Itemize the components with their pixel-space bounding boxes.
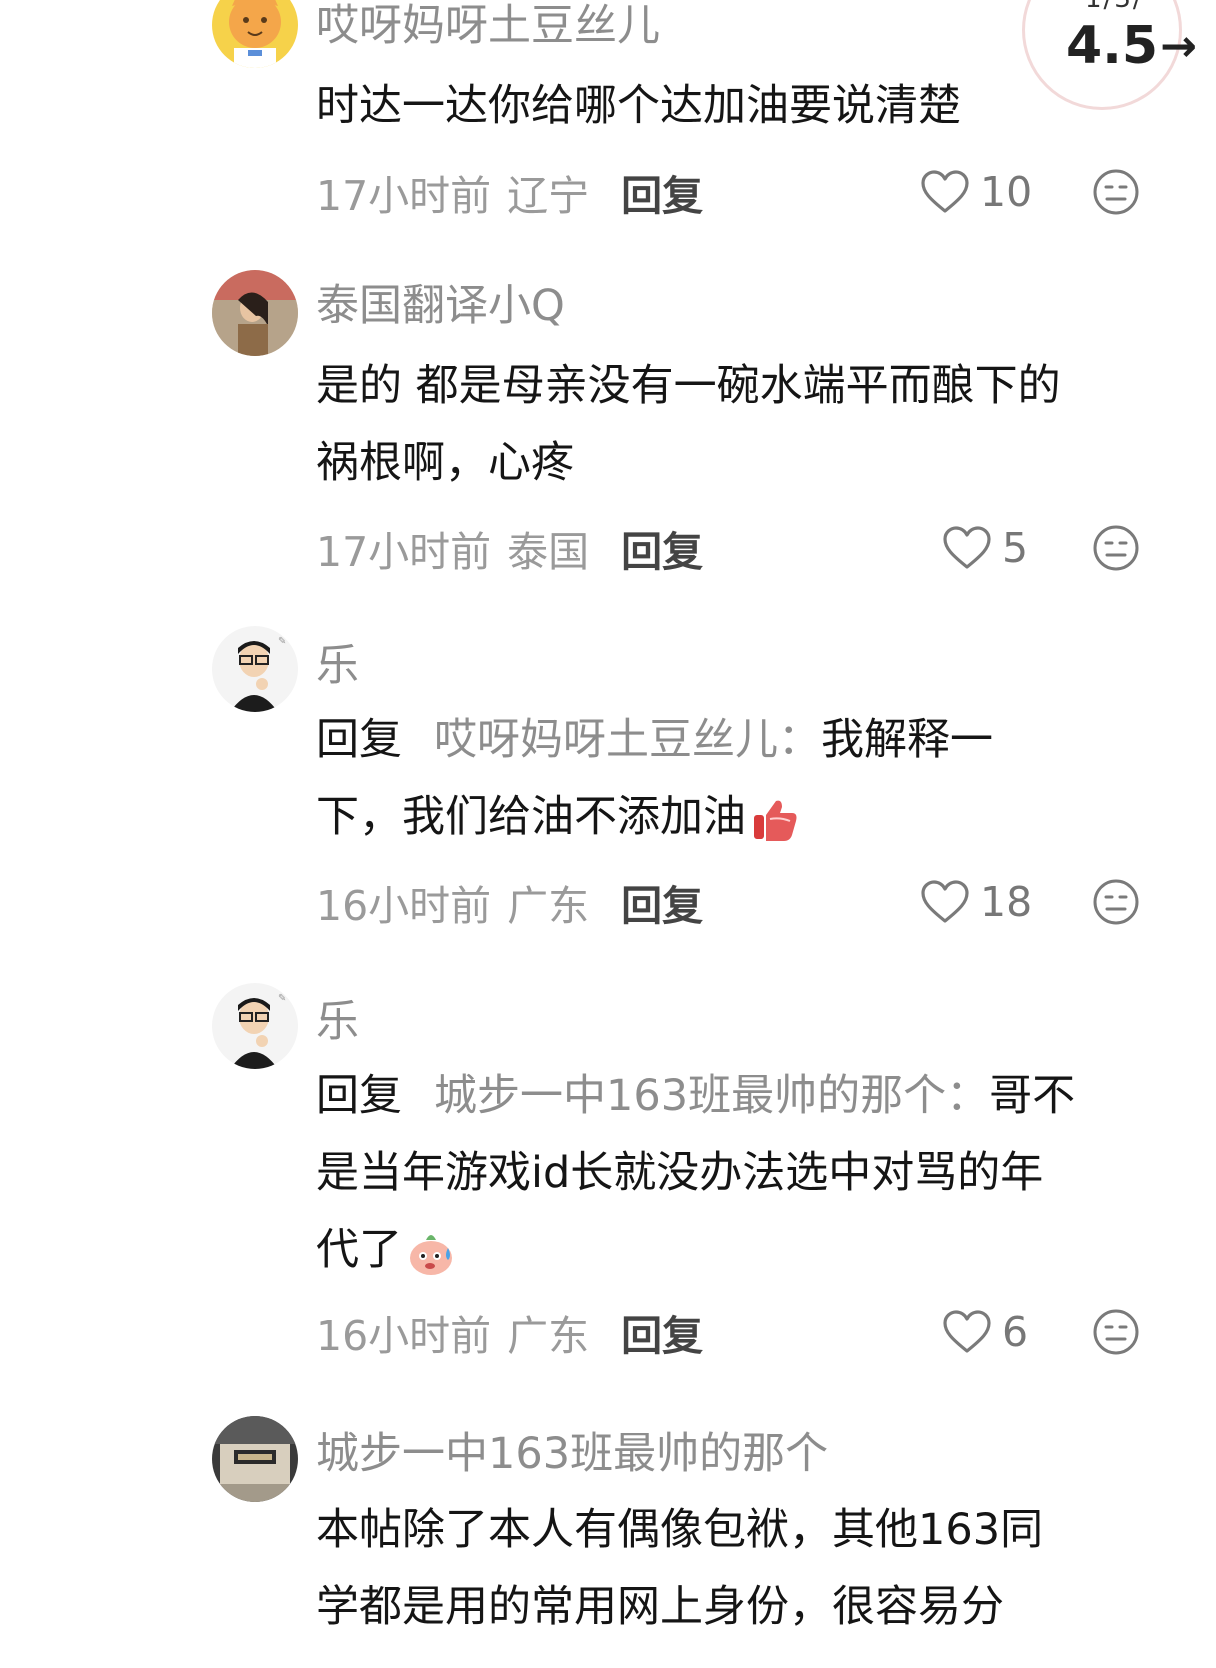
like-count: 18	[980, 878, 1033, 926]
comment-time: 17小时前	[316, 172, 492, 220]
comment-text-line: 时达一达你给哪个达加油要说清楚	[316, 81, 961, 131]
like-button[interactable]: 5	[942, 522, 1028, 574]
score-button[interactable]: 4.5 →	[1066, 16, 1197, 76]
comment-text-line: 回复 哎呀妈呀土豆丝儿：我解释一	[316, 702, 1176, 779]
comment-text: 本帖除了本人有偶像包袱，其他163同 学都是用的常用网上身份，很容易分	[316, 1492, 1176, 1646]
comment-text-line: 回复 城步一中163班最帅的那个：哥不	[316, 1058, 1176, 1135]
heart-outline-icon	[921, 170, 969, 213]
heart-outline-icon	[921, 880, 969, 923]
comment-meta: 16小时前 广东 回复	[316, 1306, 703, 1360]
comment-text-line: 代了	[316, 1212, 1176, 1289]
score-value: 4.5	[1066, 16, 1159, 76]
comment-text: 回复 城步一中163班最帅的那个：哥不 是当年游戏id长就没办法选中对骂的年 代了	[316, 1058, 1176, 1289]
reply-prefix: 回复	[316, 715, 402, 765]
sweat-smile-emoji	[410, 1234, 452, 1275]
comment-text-line: 是当年游戏id长就没办法选中对骂的年	[316, 1148, 1044, 1198]
avatar[interactable]	[212, 270, 298, 356]
comment-username[interactable]: 泰国翻译小Q	[316, 280, 565, 332]
comment-location: 泰国	[507, 528, 590, 576]
comment-meta: 17小时前 泰国 回复	[316, 522, 703, 576]
comment-text-line: 本帖除了本人有偶像包袱，其他163同	[316, 1505, 1044, 1555]
comment-time: 16小时前	[316, 1312, 492, 1360]
svg-text:✎: ✎	[278, 636, 286, 647]
arrow-right-icon: →	[1160, 20, 1197, 72]
meh-face-icon[interactable]	[1092, 878, 1140, 926]
avatar[interactable]	[212, 0, 298, 68]
reply-button[interactable]: 回复	[621, 872, 703, 932]
comment-text-line: 祸根啊，心疼	[316, 438, 574, 488]
comment-location: 广东	[507, 1312, 590, 1360]
reply-button[interactable]: 回复	[621, 1302, 703, 1362]
reply-button[interactable]: 回复	[621, 162, 703, 222]
comment-text: 回复 哎呀妈呀土豆丝儿：我解释一 下，我们给油不添加油	[316, 702, 1176, 856]
comment-text: 是的 都是母亲没有一碗水端平而酿下的 祸根啊，心疼	[316, 348, 1176, 502]
meh-face-icon[interactable]	[1092, 168, 1140, 216]
score-top-partial: 1/3/	[1085, 0, 1144, 14]
comment-username[interactable]: 城步一中163班最帅的那个	[316, 1428, 828, 1480]
comment-username[interactable]: 乐	[316, 996, 359, 1048]
avatar[interactable]	[212, 1416, 298, 1502]
reply-target-username[interactable]: 城步一中163班最帅的那个：	[434, 1071, 989, 1121]
comment-text-segment: 我解释一	[821, 715, 993, 765]
svg-text:✎: ✎	[278, 993, 286, 1004]
reply-target-username[interactable]: 哎呀妈呀土豆丝儿：	[434, 715, 821, 765]
comment-username[interactable]: 乐	[316, 640, 359, 692]
comment-text: 时达一达你给哪个达加油要说清楚	[316, 68, 1176, 145]
comment-feed: 1/3/ 4.5 → 哎呀妈呀土豆丝儿 时达一达你给哪个达加油要说清楚 17小时…	[0, 0, 1216, 1668]
like-count: 6	[1002, 1308, 1029, 1356]
avatar[interactable]: ✎	[212, 626, 298, 712]
meh-face-icon[interactable]	[1092, 1308, 1140, 1356]
comment-text-segment: 下，我们给油不添加油	[316, 792, 746, 842]
comment-time: 16小时前	[316, 882, 492, 930]
like-button[interactable]: 18	[920, 876, 1032, 928]
comment-text-segment: 代了	[316, 1225, 402, 1275]
avatar[interactable]: ✎	[212, 983, 298, 1069]
reply-button[interactable]: 回复	[621, 518, 703, 578]
comment-meta: 17小时前 辽宁 回复	[316, 166, 703, 220]
comment-username[interactable]: 哎呀妈呀土豆丝儿	[316, 0, 660, 52]
heart-outline-icon	[943, 1310, 991, 1353]
comment-location: 辽宁	[507, 172, 590, 220]
comment-text-line: 学都是用的常用网上身份，很容易分	[316, 1582, 1004, 1632]
comment-text-line: 是的 都是母亲没有一碗水端平而酿下的	[316, 361, 1061, 411]
thumbs-up-emoji	[754, 800, 797, 841]
comment-text-line: 下，我们给油不添加油	[316, 779, 1176, 856]
like-count: 5	[1002, 524, 1029, 572]
reply-prefix: 回复	[316, 1071, 402, 1121]
comment-location: 广东	[507, 882, 590, 930]
heart-outline-icon	[943, 526, 991, 569]
comment-meta: 16小时前 广东 回复	[316, 876, 703, 930]
comment-text-segment: 哥不	[989, 1071, 1076, 1121]
like-button[interactable]: 10	[920, 166, 1032, 218]
meh-face-icon[interactable]	[1092, 524, 1140, 572]
comment-time: 17小时前	[316, 528, 492, 576]
like-count: 10	[980, 168, 1033, 216]
like-button[interactable]: 6	[942, 1306, 1028, 1358]
